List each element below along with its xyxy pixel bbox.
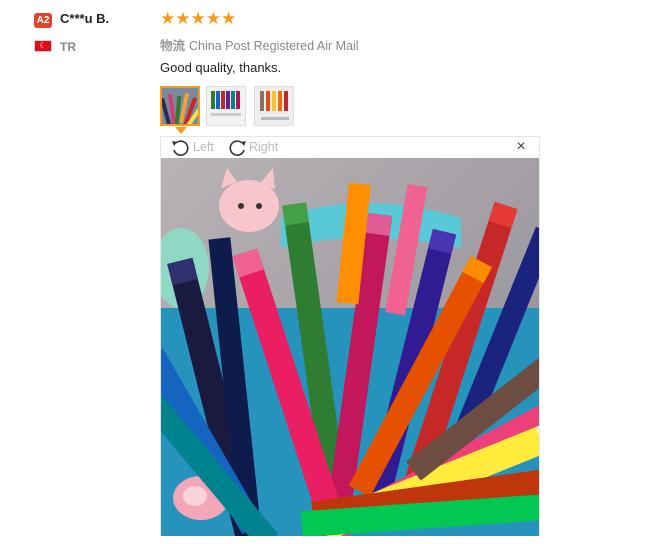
level-badge: A2 (34, 13, 52, 28)
review-text: Good quality, thanks. (160, 60, 282, 75)
rating-stars: ★★★★★ (160, 9, 237, 28)
rotate-left-label: Left (193, 140, 214, 154)
review-photo-image (161, 158, 539, 536)
active-thumbnail-caret (175, 127, 187, 134)
thumbnail-2[interactable] (206, 86, 246, 126)
thumbnail-3[interactable] (254, 86, 294, 126)
rotate-right-icon (229, 140, 246, 156)
rotate-left-button[interactable]: Left (171, 137, 214, 157)
logistics-value: China Post Registered Air Mail (189, 39, 359, 53)
review-photo (161, 158, 539, 536)
thumbnail-1-image (162, 88, 198, 124)
viewer-toolbar (161, 137, 539, 158)
thumbnail-1[interactable] (160, 86, 200, 126)
reviewer-name: C***u B. (60, 11, 110, 26)
rotate-left-icon (172, 140, 189, 156)
rotate-right-label: Right (249, 140, 279, 154)
thumbnail-2-image (207, 87, 245, 125)
turkey-flag-icon: ☾ (34, 40, 52, 52)
reviewer-country: TR (60, 40, 76, 54)
rotate-right-button[interactable]: Right (227, 137, 278, 157)
thumbnail-3-image (255, 87, 293, 125)
close-icon: × (516, 138, 526, 155)
close-viewer-button[interactable]: × (514, 139, 528, 155)
logistics-info: 物流 China Post Registered Air Mail (160, 35, 359, 54)
logistics-label: 物流 (160, 39, 186, 53)
